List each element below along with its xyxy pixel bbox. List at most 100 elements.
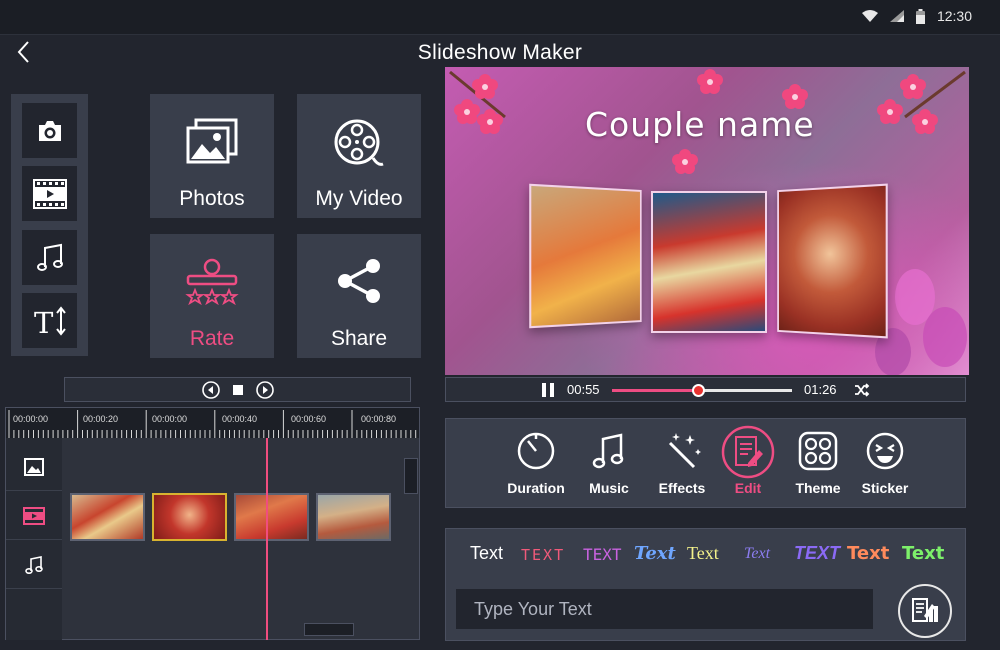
text-style-italic-purple[interactable]: Text [744, 545, 770, 563]
ruler-label: 00:00:00 [13, 414, 49, 424]
preview-photo-1 [529, 183, 642, 329]
photos-label: Photos [179, 187, 245, 210]
timeline-scroll-handle[interactable] [404, 458, 418, 494]
status-time: 12:30 [936, 8, 972, 24]
share-icon [338, 259, 380, 303]
progress-knob[interactable] [692, 384, 706, 397]
couple-name-title: Couple name [585, 105, 815, 144]
ruler-ticks [8, 410, 417, 438]
text-button[interactable]: T [22, 293, 77, 348]
text-editor-panel: Text TEXT TEXT Text Text Text TEXT Text … [445, 528, 966, 641]
stop-icon[interactable] [232, 384, 244, 396]
status-bar: 12:30 [0, 0, 1000, 34]
edit-label: Edit [734, 480, 762, 496]
text-input[interactable] [456, 589, 873, 629]
text-style-bold-purple[interactable]: TEXT [794, 543, 840, 564]
timeline-editor: 00:00:00 00:00:20 00:00:00 00:00:40 00:0… [5, 407, 420, 640]
film-icon [32, 178, 67, 209]
text-style-serif-yellow[interactable]: Text [687, 543, 719, 564]
photos-tile[interactable]: Photos [150, 94, 274, 218]
signal-icon [889, 10, 904, 22]
app-header: Slideshow Maker [0, 34, 1000, 68]
ruler-label: 00:00:60 [291, 414, 327, 424]
share-label: Share [330, 327, 388, 350]
magic-wand-icon [668, 433, 701, 469]
rate-tile[interactable]: Rate [150, 234, 274, 358]
ruler-label: 00:00:80 [361, 414, 397, 424]
wifi-icon [861, 10, 878, 22]
timer-icon [517, 432, 555, 470]
track-selector [6, 438, 62, 640]
sticker-label: Sticker [861, 480, 909, 496]
share-tile[interactable]: Share [297, 234, 421, 358]
ruler-label: 00:00:40 [222, 414, 258, 424]
effects-label: Effects [658, 480, 706, 496]
theme-tool[interactable]: Theme [783, 431, 853, 496]
media-tools-panel: T [11, 94, 88, 356]
music-label: Music [589, 480, 629, 496]
duration-tool[interactable]: Duration [501, 431, 571, 496]
svg-text:T: T [34, 306, 54, 336]
preview-photo-2 [651, 191, 767, 333]
text-style-spaced[interactable]: TEXT [521, 546, 565, 564]
text-style-mono[interactable]: TEXT [583, 545, 622, 564]
clip-thumbnail-3[interactable] [234, 493, 309, 541]
text-style-orange[interactable]: Text [847, 543, 889, 564]
image-icon [24, 457, 44, 476]
camera-icon [38, 120, 61, 141]
forward-icon[interactable] [256, 381, 274, 399]
battery-icon [915, 8, 925, 24]
clip-thumbnail-2[interactable] [152, 493, 227, 541]
image-track-button[interactable] [6, 443, 62, 491]
pause-icon[interactable] [541, 382, 555, 398]
progress-track[interactable] [612, 384, 792, 397]
video-track-button[interactable] [6, 492, 62, 540]
progress-fill [612, 389, 699, 392]
music-button[interactable] [22, 230, 77, 285]
duration-label: Duration [507, 480, 565, 496]
music-note-icon [592, 433, 624, 469]
my-video-label: My Video [315, 187, 403, 210]
video-button[interactable] [22, 166, 77, 221]
current-time: 00:55 [567, 382, 600, 397]
total-time: 01:26 [804, 382, 837, 397]
my-video-tile[interactable]: My Video [297, 94, 421, 218]
ruler-label: 00:00:00 [152, 414, 188, 424]
theme-grid-icon [798, 431, 838, 471]
music-note-icon [36, 243, 63, 271]
music-tool[interactable]: Music [574, 431, 644, 496]
ruler-label: 00:00:20 [83, 414, 119, 424]
shuffle-icon[interactable] [854, 383, 870, 397]
page-title: Slideshow Maker [417, 41, 583, 64]
text-style-italic-blue[interactable]: Text [634, 543, 676, 564]
text-size-icon: T [34, 306, 66, 336]
text-style-plain[interactable]: Text [470, 543, 503, 564]
rate-stars-icon [185, 258, 239, 306]
timeline-ruler: 00:00:00 00:00:20 00:00:00 00:00:40 00:0… [6, 408, 419, 438]
slideshow-preview[interactable]: Couple name [445, 67, 969, 375]
edit-toolbar: Duration Music Effects Edit Theme Sticke… [445, 418, 966, 508]
music-note-icon [25, 555, 43, 574]
theme-label: Theme [795, 480, 841, 496]
audio-track-button[interactable] [6, 541, 62, 589]
sticker-tool[interactable]: Sticker [850, 431, 920, 496]
font-settings-button[interactable] [898, 584, 952, 638]
timeline-scroll-bottom-handle[interactable] [304, 623, 354, 636]
timeline-playhead[interactable] [266, 438, 268, 640]
clip-thumbnail-1[interactable] [70, 493, 145, 541]
text-style-green[interactable]: Text [902, 543, 944, 564]
camera-button[interactable] [22, 103, 77, 158]
clip-thumbnail-4[interactable] [316, 493, 391, 541]
rewind-icon[interactable] [202, 381, 220, 399]
timeline-playback-controls [64, 377, 411, 402]
rate-label: Rate [189, 327, 235, 350]
effects-tool[interactable]: Effects [647, 431, 717, 496]
edit-tool[interactable]: Edit [713, 425, 783, 496]
sticker-face-icon [866, 432, 904, 470]
photos-icon [186, 118, 238, 164]
font-settings-icon [912, 598, 938, 622]
video-player-controls: 00:55 01:26 [445, 377, 966, 402]
film-icon [23, 506, 45, 525]
film-reel-icon [334, 119, 384, 166]
edit-document-icon [721, 425, 775, 479]
